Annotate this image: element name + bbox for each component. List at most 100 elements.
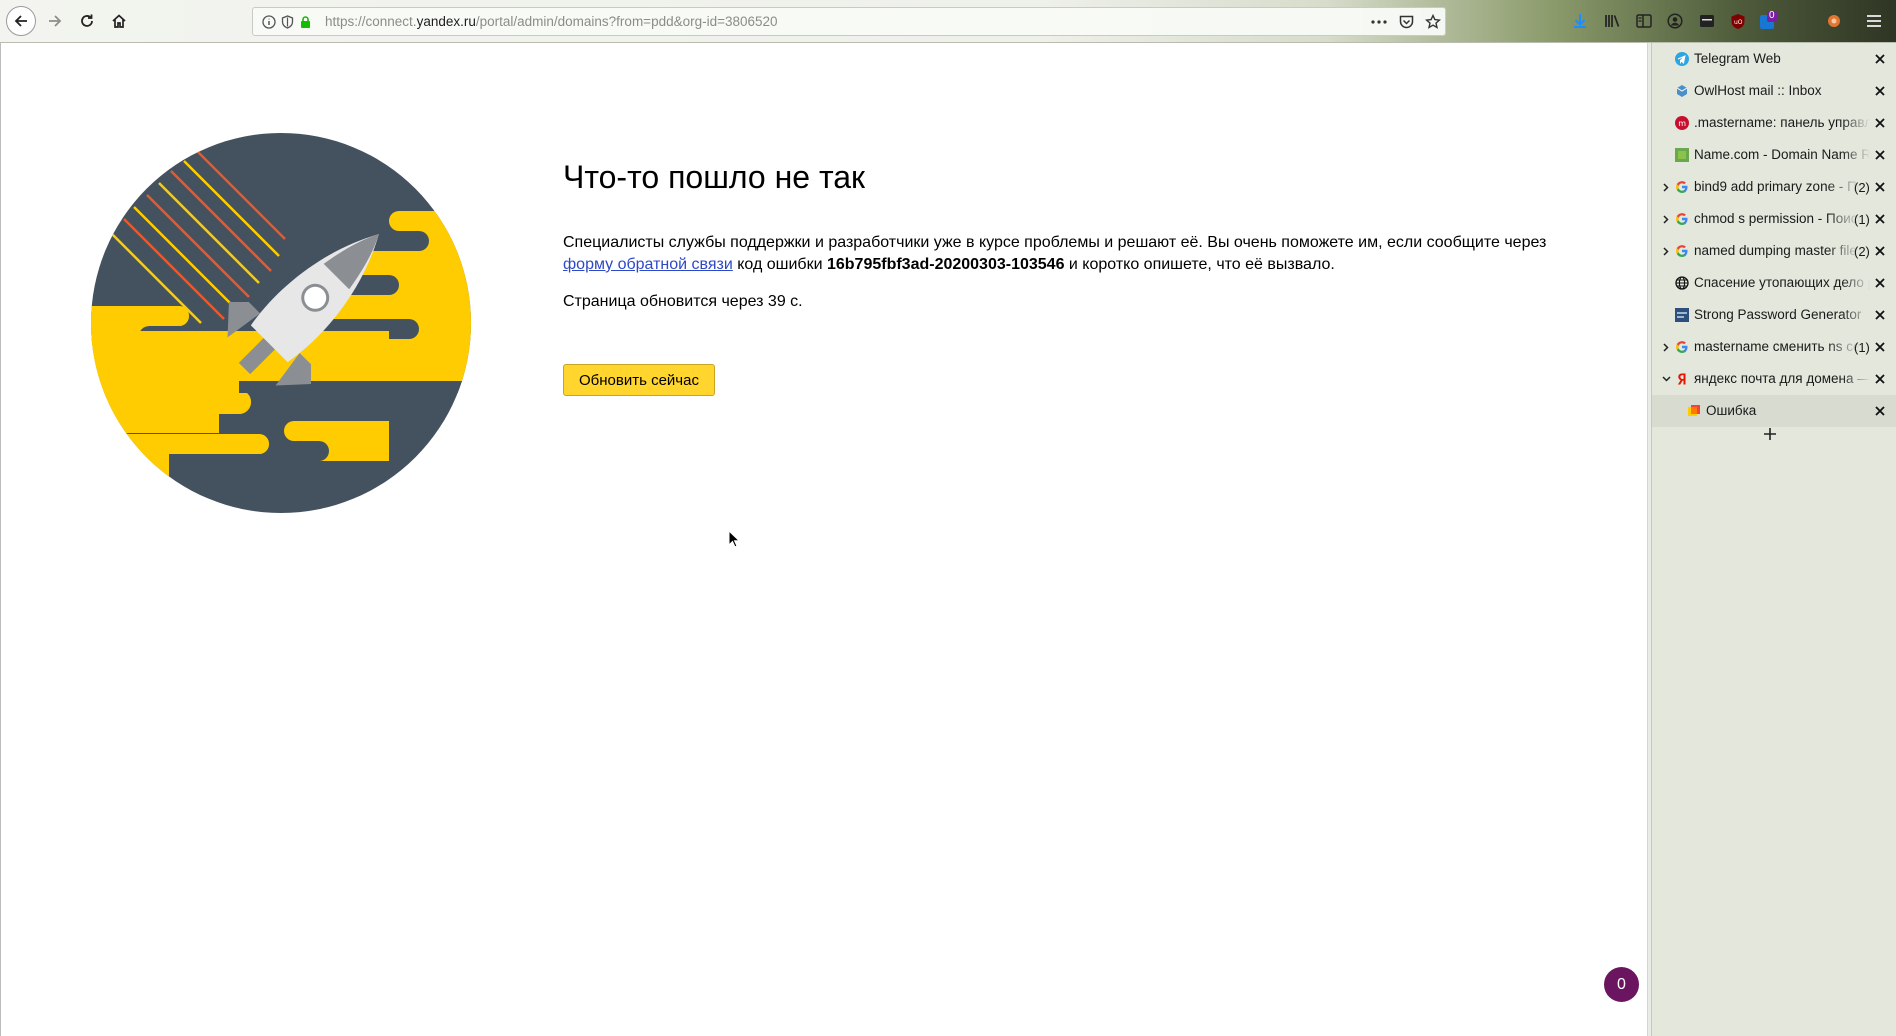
tracking-shield-icon[interactable]: [279, 14, 295, 30]
owlhost-icon: [1674, 83, 1690, 99]
tab-title: Ошибка: [1706, 403, 1757, 418]
globe-icon: [1674, 275, 1690, 291]
tab-sidebar: Telegram Web OwlHost mail :: Inbox m .ma…: [1651, 43, 1896, 1036]
chevron-down-icon[interactable]: [1661, 373, 1671, 385]
close-icon[interactable]: [1872, 147, 1888, 163]
chevron-right-icon[interactable]: [1661, 245, 1671, 257]
google-icon: [1674, 339, 1690, 355]
close-icon[interactable]: [1872, 371, 1888, 387]
telegram-icon: [1674, 51, 1690, 67]
sidebar-tab-mastername[interactable]: m .mastername: панель управления: [1652, 107, 1896, 139]
arrow-right-icon: [49, 15, 62, 27]
tab-child-count: (2): [1854, 180, 1870, 195]
close-icon[interactable]: [1872, 83, 1888, 99]
tab-title: яндекс почта для домена — Яндекс: [1694, 371, 1870, 386]
sidebar-tab-mastername-ns[interactable]: mastername сменить ns сервер - Поиск в G…: [1652, 331, 1896, 363]
tab-title: Telegram Web: [1694, 51, 1781, 66]
library-icon[interactable]: [1602, 11, 1622, 31]
sidebar-tab-owlhost[interactable]: OwlHost mail :: Inbox: [1652, 75, 1896, 107]
tab-title: bind9 add primary zone - Поиск в Google: [1694, 179, 1860, 194]
bookmark-star-icon[interactable]: [1423, 13, 1443, 31]
forward-button[interactable]: [40, 6, 70, 36]
sidebar-toggle-icon[interactable]: [1634, 11, 1654, 31]
address-bar[interactable]: https://connect.yandex.ru/portal/admin/d…: [252, 7, 1446, 36]
close-icon[interactable]: [1872, 115, 1888, 131]
close-icon[interactable]: [1872, 307, 1888, 323]
refresh-countdown: Страница обновится через 39 с.: [563, 293, 803, 310]
downloads-icon[interactable]: [1570, 11, 1590, 31]
extension-badge-icon[interactable]: 0: [1758, 10, 1778, 31]
url-text[interactable]: https://connect.yandex.ru/portal/admin/d…: [325, 14, 778, 29]
pocket-icon[interactable]: [1396, 13, 1416, 31]
sidebar-tab-telegram[interactable]: Telegram Web: [1652, 43, 1896, 75]
error-text-outro: и коротко опишете, что её вызвало.: [1064, 256, 1335, 273]
tab-title: Спасение утопающих дело рук самих утопаю…: [1694, 275, 1870, 290]
chevron-right-icon[interactable]: [1661, 181, 1671, 193]
notification-badge[interactable]: 0: [1604, 967, 1639, 1002]
home-button[interactable]: [104, 6, 134, 36]
hamburger-menu-icon[interactable]: [1864, 11, 1884, 31]
sidebar-tab-yandex-mail[interactable]: яндекс почта для домена — Яндекс: [1652, 363, 1896, 395]
page-content: Что-то пошло не так Специалисты службы п…: [0, 43, 1647, 1036]
rocket-illustration: [91, 133, 471, 513]
page-actions-icon[interactable]: [1369, 13, 1389, 31]
sidebar-tab-bind9[interactable]: bind9 add primary zone - Поиск в Google …: [1652, 171, 1896, 203]
back-button[interactable]: [6, 6, 36, 36]
sidebar-tab-namecom[interactable]: Name.com - Domain Name Registration: [1652, 139, 1896, 171]
tab-child-count: (1): [1854, 340, 1870, 355]
svg-text:uO: uO: [1734, 19, 1743, 26]
tab-title: Strong Password Generator: [1694, 307, 1862, 322]
google-icon: [1674, 211, 1690, 227]
close-icon[interactable]: [1872, 51, 1888, 67]
sidebar-tab-oshibka[interactable]: Ошибка: [1652, 395, 1896, 427]
reload-button[interactable]: [72, 6, 102, 36]
mouse-cursor-icon: [728, 530, 740, 548]
error-code-label: код ошибки: [732, 256, 827, 273]
new-tab-button[interactable]: [1760, 424, 1780, 444]
close-icon[interactable]: [1872, 339, 1888, 355]
lock-icon[interactable]: [297, 14, 313, 30]
yandex-icon: [1674, 371, 1690, 387]
feedback-form-link[interactable]: форму обратной связи: [563, 256, 733, 273]
sidebar-tab-named-dumping[interactable]: named dumping master file - Поиск в Goog…: [1652, 235, 1896, 267]
tab-child-count: (2): [1854, 244, 1870, 259]
home-icon: [112, 14, 126, 28]
close-icon[interactable]: [1872, 243, 1888, 259]
yandex-connect-icon: [1686, 403, 1702, 419]
account-icon[interactable]: [1665, 11, 1685, 31]
chevron-right-icon[interactable]: [1661, 213, 1671, 225]
sidebar-tab-chmod[interactable]: chmod s permission - Поиск в Google (1): [1652, 203, 1896, 235]
tab-title: .mastername: панель управления: [1694, 115, 1870, 130]
google-icon: [1674, 179, 1690, 195]
refresh-now-button[interactable]: Обновить сейчас: [563, 364, 715, 396]
reload-icon: [81, 14, 93, 27]
extension-settings-icon[interactable]: [1824, 11, 1844, 31]
close-icon[interactable]: [1872, 403, 1888, 419]
url-prefix: https://connect.: [325, 14, 417, 29]
sidebar-tab-password-generator[interactable]: Strong Password Generator: [1652, 299, 1896, 331]
svg-text:m: m: [1678, 119, 1686, 128]
close-icon[interactable]: [1872, 211, 1888, 227]
url-suffix: /portal/admin/domains?from=pdd&org-id=38…: [475, 14, 778, 29]
error-description: Специалисты службы поддержки и разработч…: [563, 232, 1563, 276]
password-generator-icon: [1674, 307, 1690, 323]
tab-title: named dumping master file - Поиск в Goog…: [1694, 243, 1860, 258]
mastername-icon: m: [1674, 115, 1690, 131]
arrow-left-icon: [14, 15, 27, 27]
tab-title: chmod s permission - Поиск в Google: [1694, 211, 1860, 226]
tab-title: Name.com - Domain Name Registration: [1694, 147, 1870, 162]
close-icon[interactable]: [1872, 179, 1888, 195]
container-icon[interactable]: [1697, 11, 1717, 31]
plus-icon: [1764, 428, 1776, 440]
page-title: Что-то пошло не так: [563, 159, 866, 195]
google-icon: [1674, 243, 1690, 259]
namecom-icon: [1674, 147, 1690, 163]
info-icon[interactable]: [261, 14, 277, 30]
tab-title: OwlHost mail :: Inbox: [1694, 83, 1822, 98]
ublock-icon[interactable]: uO: [1728, 11, 1748, 31]
tab-title: mastername сменить ns сервер - Поиск в G…: [1694, 339, 1860, 354]
chevron-right-icon[interactable]: [1661, 341, 1671, 353]
url-domain: yandex.ru: [416, 14, 476, 29]
close-icon[interactable]: [1872, 275, 1888, 291]
sidebar-tab-spasenie[interactable]: Спасение утопающих дело рук самих утопаю…: [1652, 267, 1896, 299]
